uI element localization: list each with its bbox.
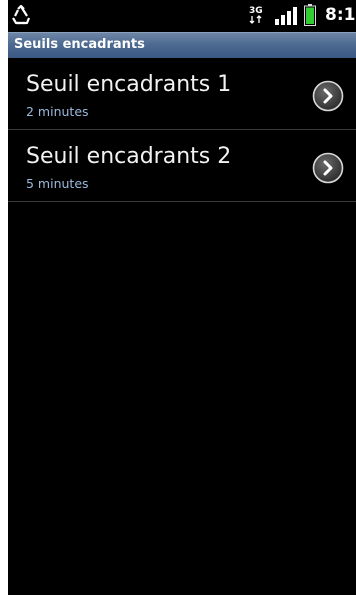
title-bar: Seuils encadrants [8,32,356,58]
chevron-right-icon[interactable] [312,80,344,112]
page-title: Seuils encadrants [14,37,145,52]
status-time: 8:16 [325,5,356,25]
network-type-label: 3G [249,6,263,16]
list-item-seuil-1[interactable]: Seuil encadrants 1 2 minutes [8,58,356,130]
status-bar: 3G 8:16 [8,0,356,32]
phone-screen: 3G 8:16 Seuils encadrants Seuil encadran… [8,0,356,595]
battery-icon [304,4,316,26]
signal-strength-icon [275,7,297,25]
chevron-right-icon[interactable] [312,152,344,184]
list-item-title: Seuil encadrants 1 [26,72,232,97]
3g-data-icon: 3G [249,6,263,24]
settings-list: Seuil encadrants 1 2 minutes Seuil encad… [8,58,356,202]
list-item-seuil-2[interactable]: Seuil encadrants 2 5 minutes [8,130,356,202]
list-item-title: Seuil encadrants 2 [26,144,232,169]
list-item-subtitle: 2 minutes [26,104,89,119]
recycle-icon [12,4,31,25]
list-item-subtitle: 5 minutes [26,176,89,191]
